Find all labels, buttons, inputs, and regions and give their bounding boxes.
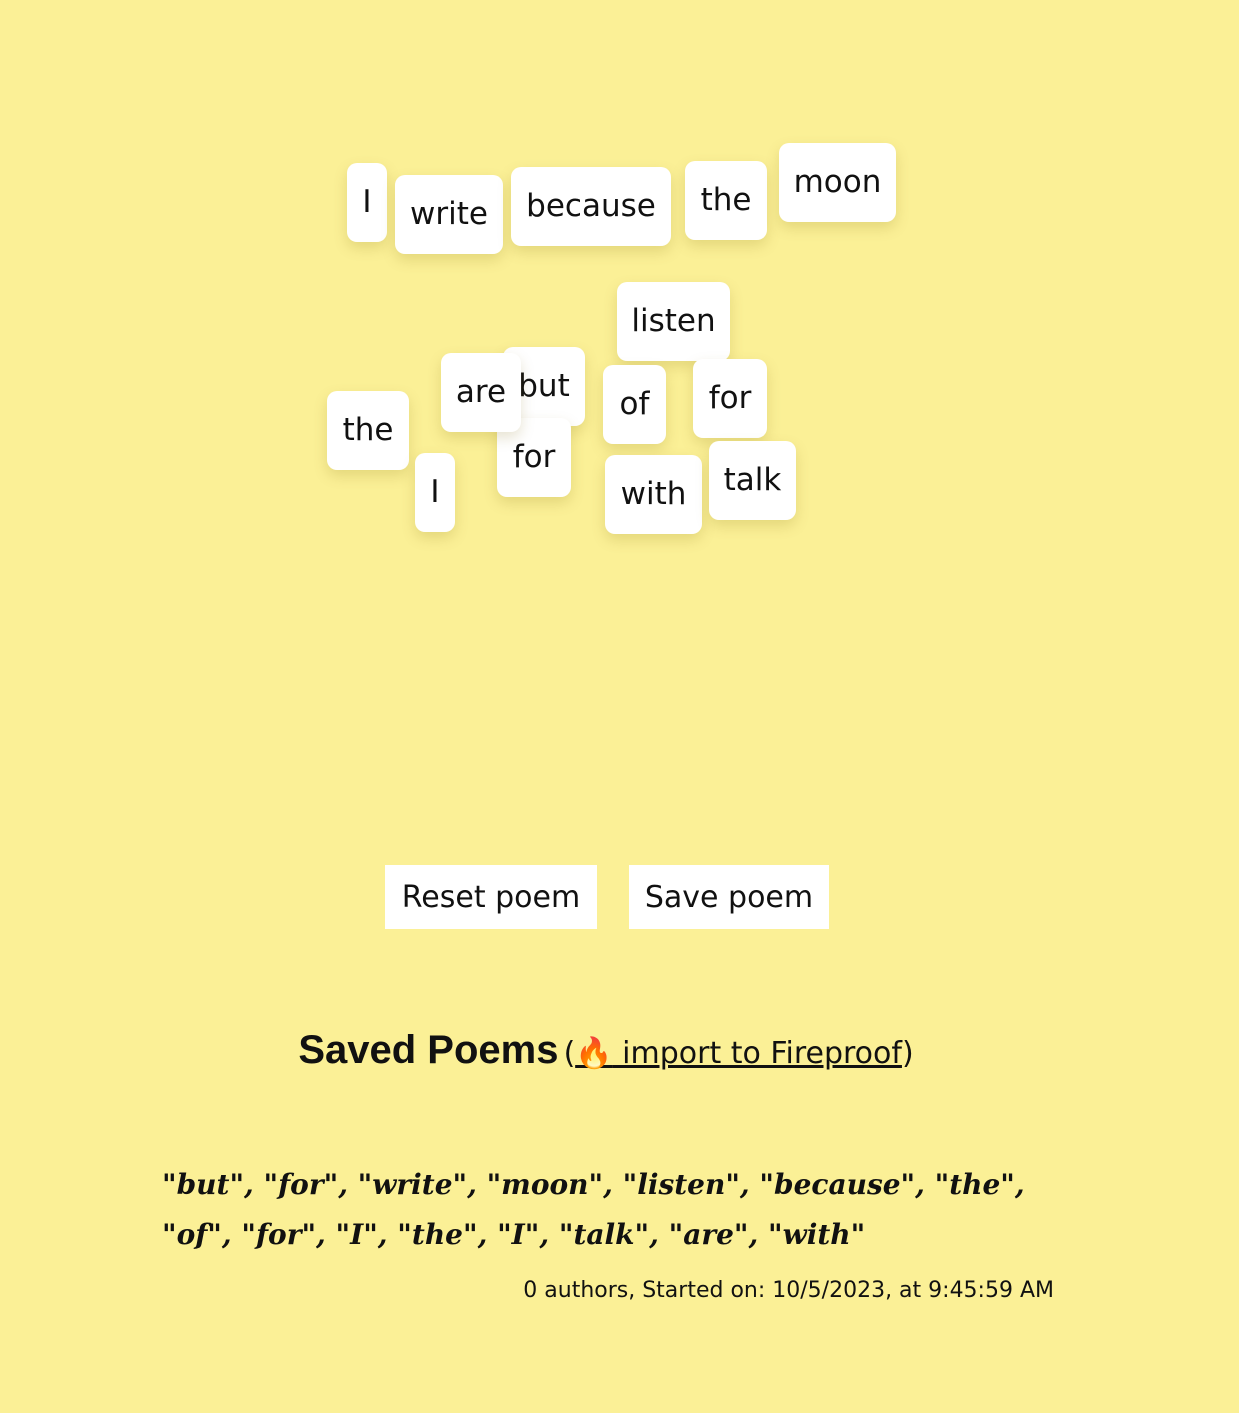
- saved-poem-meta: 0 authors, Started on: 10/5/2023, at 9:4…: [523, 1278, 1054, 1303]
- word-tile[interactable]: with: [605, 455, 702, 534]
- word-tile[interactable]: talk: [709, 441, 796, 520]
- word-tile[interactable]: the: [327, 391, 409, 470]
- word-board: I write because the moon listen the but …: [0, 0, 1239, 820]
- word-tile[interactable]: moon: [779, 143, 896, 222]
- word-tile[interactable]: because: [511, 167, 671, 246]
- word-tile[interactable]: the: [685, 161, 767, 240]
- import-link-label: import to Fireproof: [612, 1036, 902, 1071]
- word-tile[interactable]: listen: [617, 282, 730, 361]
- save-poem-button[interactable]: Save poem: [629, 865, 829, 929]
- word-tile[interactable]: I: [347, 163, 387, 242]
- word-tile[interactable]: write: [395, 175, 503, 254]
- saved-poems-heading: Saved Poems (🔥 import to Fireproof): [0, 1028, 1212, 1073]
- poem-app: I write because the moon listen the but …: [0, 0, 1239, 1413]
- word-tile[interactable]: of: [603, 365, 666, 444]
- word-tile[interactable]: are: [441, 353, 521, 432]
- paren-open: (: [563, 1036, 576, 1071]
- word-tile[interactable]: I: [415, 453, 455, 532]
- paren-close: ): [901, 1036, 914, 1071]
- reset-poem-button[interactable]: Reset poem: [385, 865, 597, 929]
- import-to-fireproof-link[interactable]: 🔥 import to Fireproof: [575, 1036, 902, 1071]
- word-tile[interactable]: for: [693, 359, 767, 438]
- saved-poem-text[interactable]: "but", "for", "write", "moon", "listen",…: [162, 1160, 1062, 1260]
- saved-poems-title: Saved Poems: [298, 1028, 559, 1072]
- fire-icon: 🔥: [575, 1036, 613, 1071]
